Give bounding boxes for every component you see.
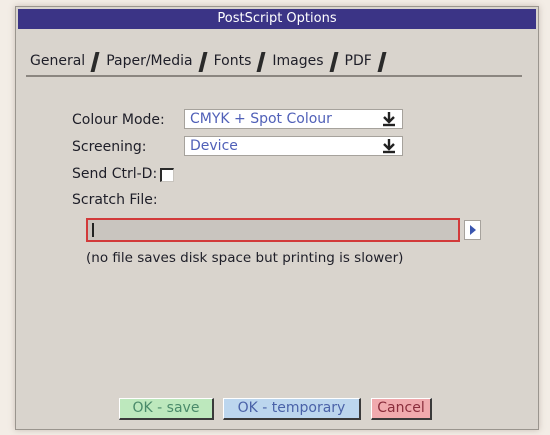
scratch-file-input[interactable] bbox=[86, 218, 460, 242]
tab-pdf-label: PDF bbox=[344, 53, 372, 69]
tab-divider bbox=[377, 52, 387, 72]
tab-divider bbox=[90, 52, 100, 72]
tab-pdf[interactable]: PDF bbox=[341, 49, 387, 73]
screening-select[interactable]: Device bbox=[184, 136, 403, 156]
screening-value: Device bbox=[190, 138, 238, 154]
colour-mode-select[interactable]: CMYK + Spot Colour bbox=[184, 109, 403, 129]
tab-paper-media[interactable]: Paper/Media bbox=[102, 49, 208, 73]
arrow-right-icon bbox=[470, 225, 476, 235]
tab-divider bbox=[198, 52, 208, 72]
tab-general[interactable]: General bbox=[26, 49, 100, 73]
scratch-file-label: Scratch File: bbox=[72, 192, 158, 208]
browse-button[interactable] bbox=[464, 220, 481, 240]
tab-panel-border bbox=[26, 75, 522, 77]
tab-images[interactable]: Images bbox=[268, 49, 339, 73]
cancel-button[interactable]: Cancel bbox=[371, 398, 432, 420]
tab-fonts-label: Fonts bbox=[213, 53, 252, 69]
send-ctrl-d-checkbox[interactable] bbox=[160, 168, 174, 182]
tab-general-label: General bbox=[30, 53, 86, 69]
ok-save-button[interactable]: OK - save bbox=[119, 398, 214, 420]
arrow-down-icon[interactable] bbox=[380, 111, 398, 127]
ok-temporary-button[interactable]: OK - temporary bbox=[223, 398, 361, 420]
tab-divider bbox=[329, 52, 339, 72]
colour-mode-label: Colour Mode: bbox=[72, 112, 165, 128]
colour-mode-value: CMYK + Spot Colour bbox=[190, 111, 332, 127]
tab-fonts[interactable]: Fonts bbox=[210, 49, 266, 73]
send-ctrl-d-label: Send Ctrl-D: bbox=[72, 166, 158, 182]
screening-label: Screening: bbox=[72, 139, 147, 155]
text-caret bbox=[92, 223, 94, 237]
tab-divider bbox=[256, 52, 266, 72]
tab-images-label: Images bbox=[272, 53, 324, 69]
arrow-down-icon[interactable] bbox=[380, 138, 398, 154]
tab-bar: General Paper/Media Fonts Images PDF bbox=[26, 47, 389, 73]
tab-paper-media-label: Paper/Media bbox=[106, 53, 193, 69]
scratch-file-hint: (no file saves disk space but printing i… bbox=[86, 250, 404, 266]
postscript-options-dialog: PostScript Options General Paper/Media F… bbox=[15, 6, 539, 430]
window-title: PostScript Options bbox=[18, 9, 536, 29]
